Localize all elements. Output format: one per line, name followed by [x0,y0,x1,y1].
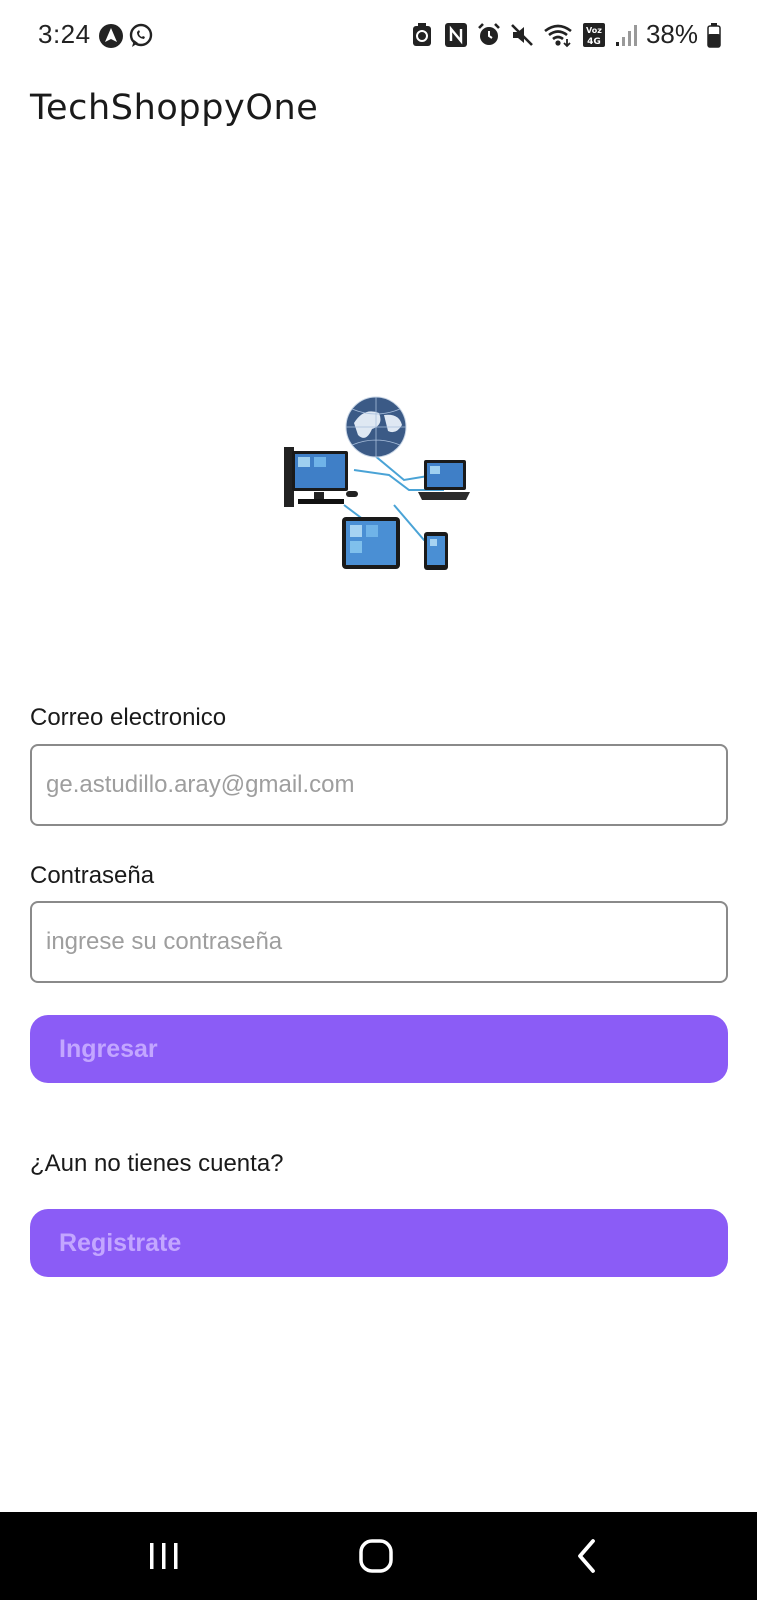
recents-button[interactable] [140,1534,188,1578]
svg-text:Voz: Voz [586,26,602,35]
status-bar: 3:24 Voz 4G 38% [0,0,757,72]
globe-network-devices-illustration [284,396,470,570]
alarm-icon [477,22,501,48]
password-field[interactable] [30,901,728,983]
navigation-arrow-icon [98,23,123,49]
email-label: Correo electronico [30,704,227,731]
back-button[interactable] [563,1534,611,1578]
register-button[interactable]: Registrate [30,1209,728,1277]
signal-icon [615,22,637,48]
svg-text:4G: 4G [587,37,601,47]
system-navigation-bar [0,1512,757,1600]
recents-icon [150,1543,178,1569]
email-field[interactable] [30,744,728,826]
password-label: Contraseña [30,862,155,889]
mute-icon [510,22,534,48]
whatsapp-icon [128,23,153,49]
back-icon [578,1539,595,1573]
app-logo [284,395,474,585]
battery-icon [707,22,721,48]
home-button[interactable] [352,1534,400,1578]
login-button[interactable]: Ingresar [30,1015,728,1083]
battery-percent: 38% [645,19,698,49]
status-left-icons [98,23,153,49]
wifi-icon [543,22,573,48]
no-account-text: ¿Aun no tienes cuenta? [30,1150,284,1177]
app-title: TechShoppyOne [30,88,319,128]
recycle-icon [411,22,435,48]
home-icon [359,1539,393,1573]
status-right-icons: Voz 4G 38% [411,19,721,50]
volte-4g-icon: Voz 4G [582,22,606,48]
status-time: 3:24 [38,19,91,49]
nfc-icon [444,22,468,48]
